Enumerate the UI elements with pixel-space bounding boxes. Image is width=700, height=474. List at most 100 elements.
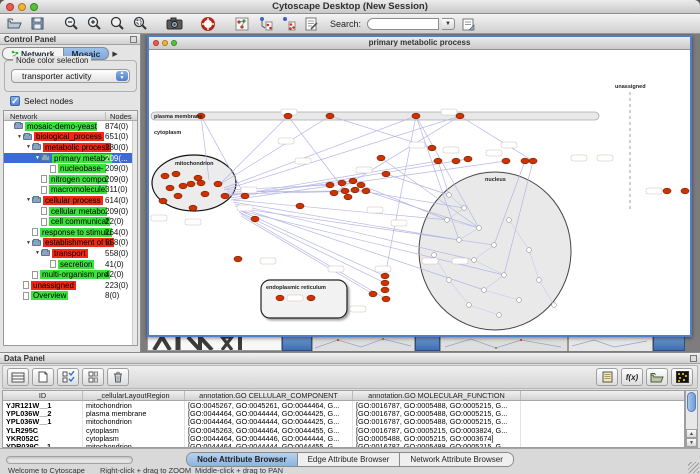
- edge[interactable]: [239, 210, 385, 276]
- search-config-button[interactable]: [458, 15, 478, 32]
- app-titlebar[interactable]: Cytoscape Desktop (New Session): [0, 0, 700, 14]
- network-canvas[interactable]: plasma membrane cytoplasm mitochondrion …: [149, 50, 690, 335]
- network-node[interactable]: [307, 295, 315, 301]
- expander-icon[interactable]: ▼: [34, 155, 41, 161]
- tree-row[interactable]: Overview8(0): [4, 291, 137, 302]
- nucleus-node[interactable]: [432, 253, 437, 258]
- zoom-fit-button[interactable]: [130, 15, 150, 32]
- float-panel-icon[interactable]: [690, 355, 697, 362]
- tree-row[interactable]: mosaic-demo-yeast874(0): [4, 121, 137, 132]
- network-node[interactable]: [529, 158, 537, 164]
- tree-row[interactable]: ▼biological_process651(0): [4, 132, 137, 143]
- expander-icon[interactable]: ▼: [25, 240, 32, 246]
- network-node[interactable]: [221, 193, 229, 199]
- tree-row[interactable]: ▼metabolic process280(0): [4, 142, 137, 153]
- open-session-button[interactable]: [4, 15, 24, 32]
- tree-row[interactable]: macromolecule311(0): [4, 185, 137, 196]
- network-node[interactable]: [284, 113, 292, 119]
- nucleus-node[interactable]: [462, 206, 467, 211]
- resize-grip[interactable]: [688, 462, 699, 473]
- nucleus-node[interactable]: [517, 298, 522, 303]
- function-builder-button[interactable]: f(x): [621, 368, 643, 386]
- network-node[interactable]: [326, 182, 334, 188]
- col-molecular-function[interactable]: annotation.GO MOLECULAR_FUNCTION: [353, 391, 521, 400]
- tree-col-nodes[interactable]: Nodes: [105, 112, 132, 121]
- scroll-up-icon[interactable]: ▲: [686, 429, 697, 438]
- edge[interactable]: [288, 116, 345, 191]
- col-id[interactable]: ID: [3, 391, 83, 400]
- tree-row[interactable]: ▼primary metabo209(...: [4, 153, 137, 164]
- edge[interactable]: [231, 159, 468, 198]
- background-window-fragment[interactable]: [147, 336, 282, 351]
- attribute-table-button[interactable]: [7, 368, 29, 386]
- vizmapper-button[interactable]: [255, 15, 275, 32]
- network-node[interactable]: [456, 113, 464, 119]
- edge[interactable]: [438, 161, 449, 195]
- network-node[interactable]: [502, 158, 510, 164]
- nucleus-node[interactable]: [447, 278, 452, 283]
- expander-icon[interactable]: ▼: [34, 250, 41, 256]
- nucleus-node[interactable]: [492, 243, 497, 248]
- open-attributes-button[interactable]: [646, 368, 668, 386]
- network-node[interactable]: [434, 158, 442, 164]
- network-node[interactable]: [412, 113, 420, 119]
- network-window-titlebar[interactable]: primary metabolic process: [149, 37, 690, 50]
- network-node[interactable]: [681, 188, 689, 194]
- snapshot-button[interactable]: [164, 15, 184, 32]
- network-node[interactable]: [357, 182, 365, 188]
- network-node[interactable]: [197, 180, 205, 186]
- save-session-button[interactable]: [27, 15, 47, 32]
- select-attributes-button[interactable]: [57, 368, 79, 386]
- zoom-out-button[interactable]: [61, 15, 81, 32]
- network-node[interactable]: [351, 187, 359, 193]
- nucleus-node[interactable]: [507, 218, 512, 223]
- tree-row[interactable]: nitrogen compo209(0): [4, 174, 137, 185]
- tree-row[interactable]: multi-organism pro42(0): [4, 269, 137, 280]
- network-node[interactable]: [382, 171, 390, 177]
- tree-row[interactable]: ▼establishment of lo558(0): [4, 238, 137, 249]
- background-window-titlebar[interactable]: [415, 336, 440, 351]
- edge[interactable]: [239, 212, 385, 283]
- background-window-fragment[interactable]: [440, 336, 568, 351]
- tab-network-attribute-browser[interactable]: Network Attribute Browser: [400, 453, 512, 466]
- expander-icon[interactable]: ▼: [25, 197, 32, 203]
- background-window-fragment[interactable]: [312, 336, 415, 351]
- nucleus-node[interactable]: [537, 278, 542, 283]
- network-node[interactable]: [344, 194, 352, 200]
- tree-col-network[interactable]: Network: [10, 112, 38, 121]
- nucleus-node[interactable]: [502, 273, 507, 278]
- nucleus-node[interactable]: [472, 258, 477, 263]
- edge[interactable]: [224, 116, 460, 190]
- network-node[interactable]: [663, 188, 671, 194]
- import-attributes-button[interactable]: [596, 368, 618, 386]
- network-node[interactable]: [381, 287, 389, 293]
- network-node[interactable]: [326, 113, 334, 119]
- annotation-button[interactable]: [301, 15, 321, 32]
- tree-row[interactable]: unassigned223(0): [4, 280, 137, 291]
- scroll-down-icon[interactable]: ▼: [686, 438, 697, 447]
- network-node[interactable]: [377, 155, 385, 161]
- network-node[interactable]: [172, 171, 180, 177]
- unselect-attributes-button[interactable]: [82, 368, 104, 386]
- tree-row[interactable]: secretion41(0): [4, 259, 137, 270]
- select-nodes-checkbox[interactable]: ✓: [10, 96, 20, 106]
- search-dropdown-arrow-icon[interactable]: ▼: [442, 18, 455, 30]
- tab-node-attribute-browser[interactable]: Node Attribute Browser: [187, 453, 298, 466]
- network-node[interactable]: [159, 198, 167, 204]
- help-button[interactable]: [198, 15, 218, 32]
- network-node[interactable]: [330, 190, 338, 196]
- network-node[interactable]: [251, 216, 259, 222]
- search-input[interactable]: [367, 18, 439, 30]
- edge[interactable]: [219, 116, 288, 185]
- network-node[interactable]: [296, 203, 304, 209]
- background-window-titlebar[interactable]: [653, 336, 685, 351]
- edge[interactable]: [219, 116, 330, 185]
- tab-overflow-icon[interactable]: ▶: [112, 50, 117, 58]
- nucleus-node[interactable]: [445, 218, 450, 223]
- filter-button[interactable]: [278, 15, 298, 32]
- network-node[interactable]: [189, 205, 197, 211]
- nucleus-node[interactable]: [447, 193, 452, 198]
- nucleus-node[interactable]: [477, 226, 482, 231]
- background-window-titlebar[interactable]: [282, 336, 312, 351]
- table-scrollbar[interactable]: ▲ ▼: [685, 390, 698, 448]
